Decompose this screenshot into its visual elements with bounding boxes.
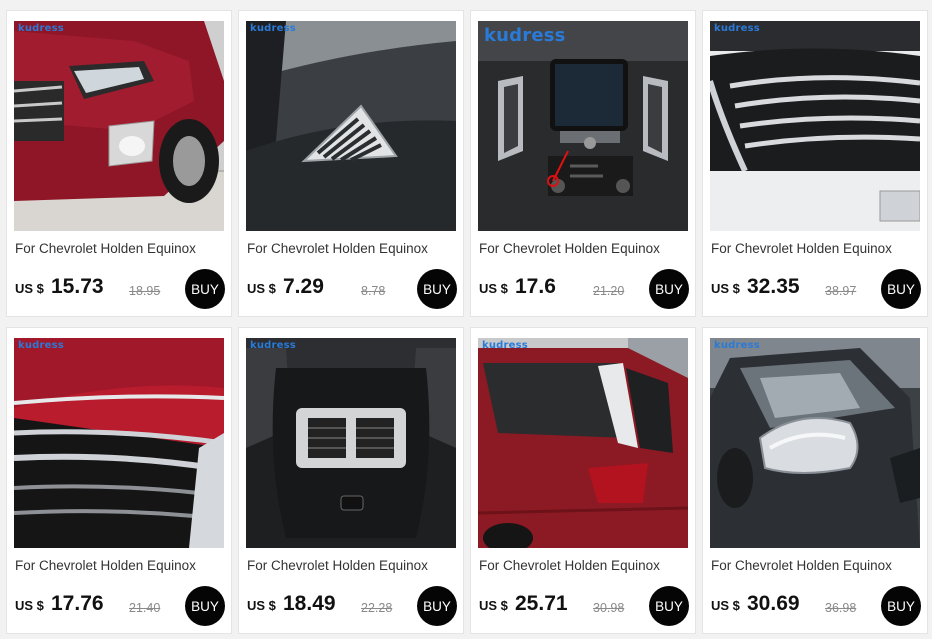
product-title[interactable]: For Chevrolet Holden Equinox (15, 241, 227, 256)
product-image[interactable]: kudress (710, 338, 920, 548)
price-row: US $ 7.29 8.78 BUY (247, 269, 459, 309)
red-suv-hood-grille-photo (14, 338, 224, 548)
price-row: US $ 17.76 21.40 BUY (15, 586, 227, 626)
original-price: 36.98 (825, 601, 857, 615)
product-title[interactable]: For Chevrolet Holden Equinox (711, 558, 923, 573)
sale-price: 17.76 (51, 592, 104, 615)
brand-watermark: kudress (484, 25, 566, 46)
currency-label: US $ (479, 598, 508, 613)
buy-button[interactable]: BUY (881, 586, 921, 626)
sale-price: 32.35 (747, 275, 800, 298)
product-card[interactable]: kudress For Chevrolet Holden Equinox US … (238, 10, 464, 317)
white-suv-front-grille-photo (710, 21, 920, 231)
original-price: 18.95 (129, 284, 161, 298)
product-title[interactable]: For Chevrolet Holden Equinox (15, 558, 227, 573)
price-row: US $ 18.49 22.28 BUY (247, 586, 459, 626)
buy-button[interactable]: BUY (881, 269, 921, 309)
dashboard-air-vent-trim-photo (246, 21, 456, 231)
currency-label: US $ (479, 281, 508, 296)
original-price: 21.40 (129, 601, 161, 615)
original-price: 8.78 (361, 284, 386, 298)
brand-watermark: kudress (714, 340, 760, 351)
sale-price: 17.6 (515, 275, 556, 298)
currency-label: US $ (247, 598, 276, 613)
product-title[interactable]: For Chevrolet Holden Equinox (711, 241, 923, 256)
product-image[interactable]: kudress (14, 338, 224, 548)
product-image[interactable]: kudress (478, 338, 688, 548)
product-image[interactable]: kudress (246, 21, 456, 231)
buy-button[interactable]: BUY (185, 586, 225, 626)
currency-label: US $ (247, 281, 276, 296)
product-title[interactable]: For Chevrolet Holden Equinox (479, 241, 691, 256)
product-image[interactable]: kudress (710, 21, 920, 231)
price-row: US $ 25.71 30.98 BUY (479, 586, 691, 626)
product-title[interactable]: For Chevrolet Holden Equinox (479, 558, 691, 573)
price-row: US $ 32.35 38.97 BUY (711, 269, 923, 309)
currency-label: US $ (711, 281, 740, 296)
product-card[interactable]: kudress For Chevrolet Holden Equinox US … (470, 10, 696, 317)
product-card[interactable]: kudress For Chevrolet Holden Equinox US … (470, 327, 696, 634)
buy-button[interactable]: BUY (649, 269, 689, 309)
sale-price: 25.71 (515, 592, 568, 615)
product-title[interactable]: For Chevrolet Holden Equinox (247, 558, 459, 573)
brand-watermark: kudress (482, 340, 528, 351)
sale-price: 30.69 (747, 592, 800, 615)
brand-watermark: kudress (250, 340, 296, 351)
price-row: US $ 15.73 18.95 BUY (15, 269, 227, 309)
buy-button[interactable]: BUY (649, 586, 689, 626)
red-suv-front-fog-lamp-photo (14, 21, 224, 231)
price-row: US $ 17.6 21.20 BUY (479, 269, 691, 309)
price-row: US $ 30.69 36.98 BUY (711, 586, 923, 626)
currency-label: US $ (711, 598, 740, 613)
currency-label: US $ (15, 281, 44, 296)
center-console-screen-photo (478, 21, 688, 231)
chrome-side-mirror-cover-photo (710, 338, 920, 548)
buy-button[interactable]: BUY (417, 586, 457, 626)
product-card[interactable]: kudress For Chevrolet Holden Equinox US … (702, 10, 928, 317)
brand-watermark: kudress (18, 23, 64, 34)
sale-price: 18.49 (283, 592, 336, 615)
brand-watermark: kudress (714, 23, 760, 34)
currency-label: US $ (15, 598, 44, 613)
rear-seat-air-vent-photo (246, 338, 456, 548)
buy-button[interactable]: BUY (185, 269, 225, 309)
red-suv-rear-window-trim-photo (478, 338, 688, 548)
sale-price: 15.73 (51, 275, 104, 298)
product-image[interactable]: kudress (478, 21, 688, 231)
product-title[interactable]: For Chevrolet Holden Equinox (247, 241, 459, 256)
product-card[interactable]: kudress For Chevrolet Holden Equinox US … (6, 327, 232, 634)
product-image[interactable]: kudress (246, 338, 456, 548)
product-card[interactable]: kudress For Chevrolet Holden Equinox US … (6, 10, 232, 317)
buy-button[interactable]: BUY (417, 269, 457, 309)
original-price: 38.97 (825, 284, 857, 298)
original-price: 30.98 (593, 601, 625, 615)
original-price: 21.20 (593, 284, 625, 298)
product-image[interactable]: kudress (14, 21, 224, 231)
sale-price: 7.29 (283, 275, 324, 298)
product-card[interactable]: kudress For Chevrolet Holden Equinox US … (702, 327, 928, 634)
brand-watermark: kudress (18, 340, 64, 351)
product-card[interactable]: kudress For Chevrolet Holden Equinox US … (238, 327, 464, 634)
original-price: 22.28 (361, 601, 393, 615)
brand-watermark: kudress (250, 23, 296, 34)
